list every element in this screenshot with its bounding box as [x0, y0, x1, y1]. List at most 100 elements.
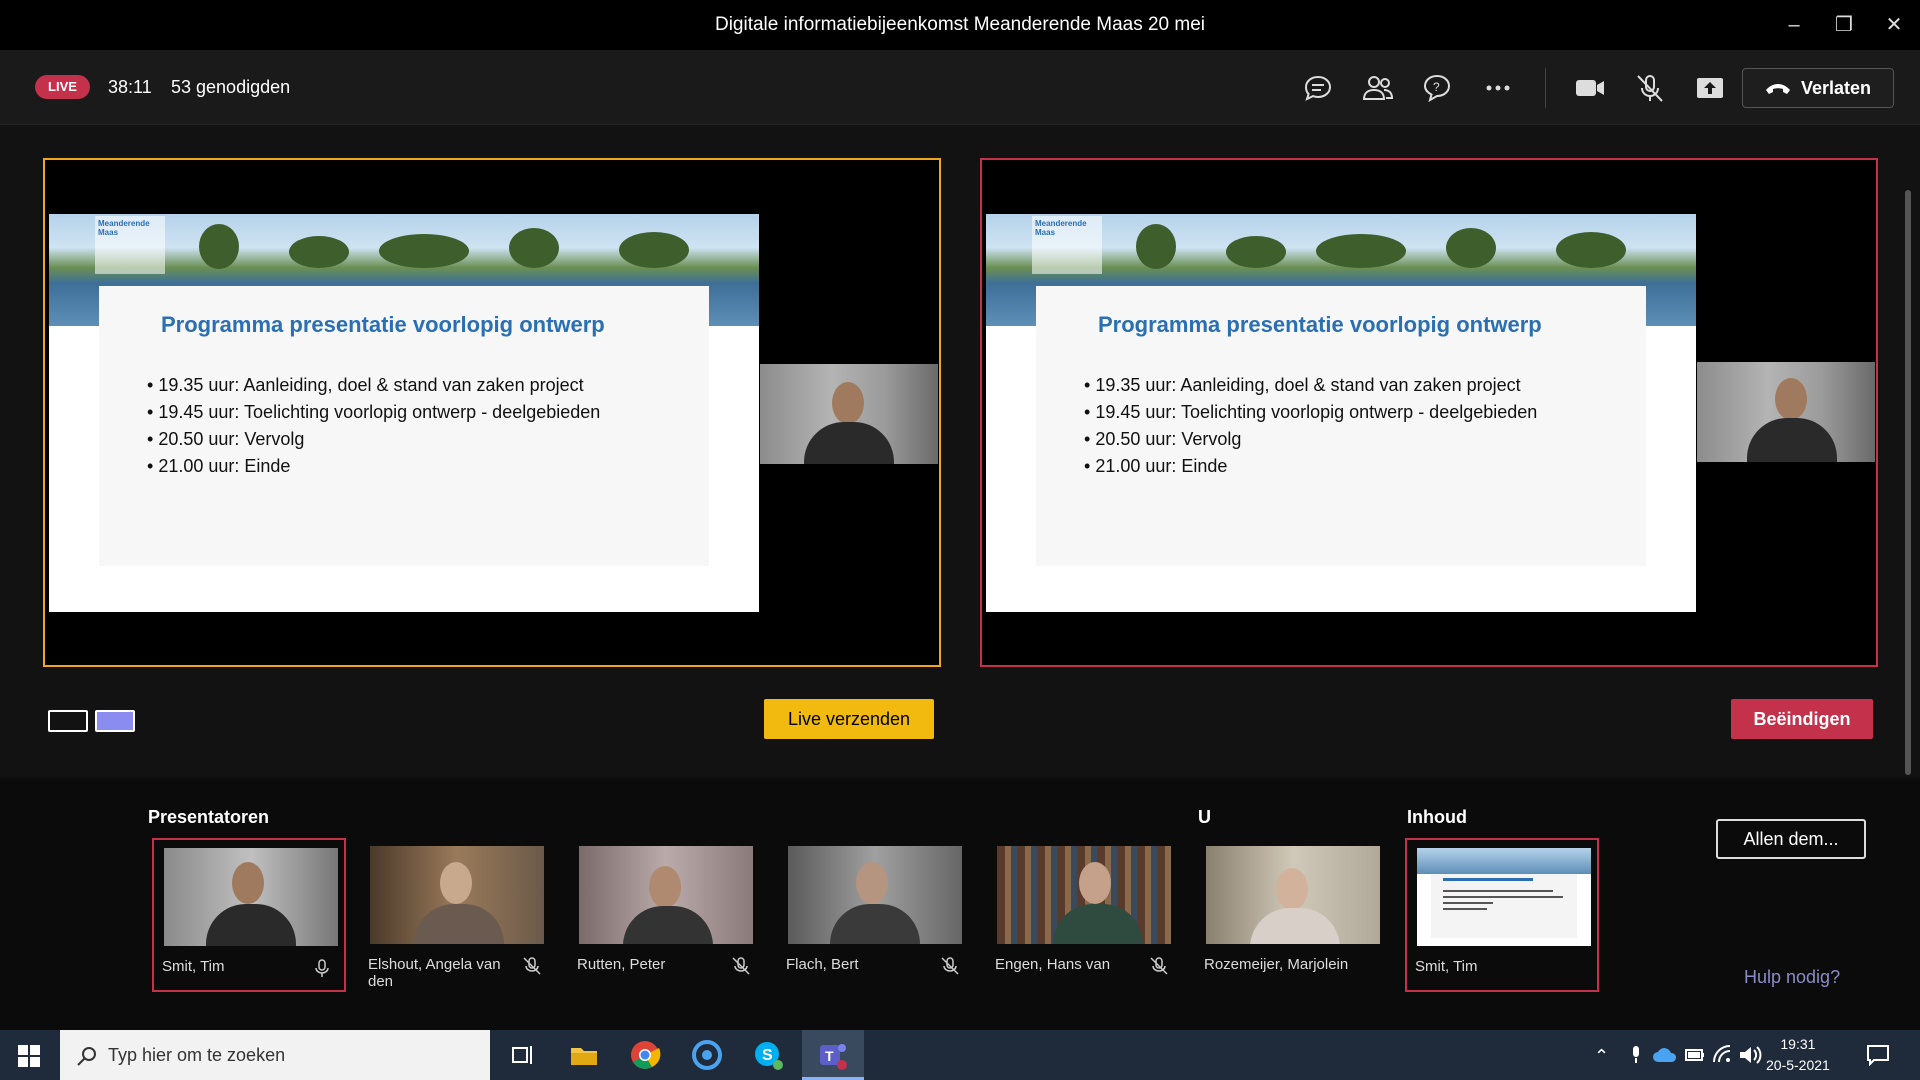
presenter-camera — [1697, 362, 1875, 462]
mic-muted-icon[interactable] — [1632, 72, 1668, 104]
slide-agenda: 19.35 uur: Aanleiding, doel & stand van … — [147, 372, 600, 480]
participant-tile[interactable]: Smit, Tim — [152, 838, 346, 992]
svg-text:?: ? — [1433, 80, 1440, 94]
minimize-icon[interactable]: – — [1774, 12, 1814, 38]
search-icon — [77, 1047, 96, 1066]
slide-title: Programma presentatie voorlopig ontwerp — [1098, 312, 1542, 337]
live-badge: LIVE — [35, 75, 90, 99]
clock-time: 19:31 — [1780, 1036, 1816, 1052]
slide-title: Programma presentatie voorlopig ontwerp — [161, 312, 605, 337]
queue-preview[interactable]: Meanderende Maas Programma presentatie vo… — [43, 158, 941, 667]
participant-name: Engen, Hans van — [995, 956, 1111, 973]
content-label: Inhoud — [1407, 807, 1467, 827]
agenda-item: 19.35 uur: Aanleiding, doel & stand van … — [147, 372, 600, 399]
windows-start-icon[interactable] — [18, 1045, 40, 1067]
participant-tile[interactable]: Elshout, Angela van den — [360, 838, 554, 992]
share-icon[interactable] — [1692, 72, 1728, 104]
slide-preview: Meanderende Maas Programma presentatie vo… — [49, 214, 759, 612]
slide-card: Programma presentatie voorlopig ontwerp … — [1036, 286, 1646, 566]
chat-icon[interactable] — [1300, 72, 1336, 104]
windows-taskbar: Typ hier om te zoeken S T ⌃ 19:31 20-5-2… — [0, 1030, 1920, 1080]
notifications-icon[interactable] — [1866, 1044, 1890, 1066]
svg-text:S: S — [762, 1047, 773, 1064]
slide-live: Meanderende Maas Programma presentatie vo… — [986, 214, 1696, 612]
svg-text:T: T — [825, 1048, 834, 1064]
mute-all-button[interactable]: Allen dem... — [1716, 819, 1866, 859]
wifi-icon[interactable] — [1712, 1044, 1734, 1066]
agenda-item: 21.00 uur: Einde — [147, 453, 600, 480]
participant-video — [1206, 846, 1380, 944]
taskbar-search[interactable]: Typ hier om te zoeken — [60, 1030, 490, 1080]
teams-taskbar-slot[interactable]: T — [802, 1030, 864, 1080]
file-explorer-icon[interactable] — [567, 1038, 601, 1072]
participant-tile[interactable]: Flach, Bert — [778, 838, 972, 992]
content-thumbnail — [1417, 848, 1591, 946]
participant-name: Smit, Tim — [162, 958, 225, 975]
tray-chevron-icon[interactable]: ⌃ — [1594, 1046, 1609, 1067]
onedrive-icon[interactable] — [1652, 1046, 1678, 1064]
close-icon[interactable]: ✕ — [1874, 12, 1914, 38]
search-placeholder: Typ hier om te zoeken — [108, 1045, 286, 1065]
agenda-item: 19.45 uur: Toelichting voorlopig ontwerp… — [147, 399, 600, 426]
slide-card: Programma presentatie voorlopig ontwerp … — [99, 286, 709, 566]
teams-icon: T — [820, 1044, 847, 1070]
slide-agenda: 19.35 uur: Aanleiding, doel & stand van … — [1084, 372, 1537, 480]
send-live-button[interactable]: Live verzenden — [764, 699, 934, 739]
participant-name: Elshout, Angela van den — [368, 956, 501, 990]
live-preview[interactable]: Meanderende Maas Programma presentatie vo… — [980, 158, 1878, 667]
participant-name: Flach, Bert — [786, 956, 859, 973]
participant-tile[interactable]: Rozemeijer, Marjolein — [1196, 838, 1390, 992]
system-clock[interactable]: 19:31 20-5-2021 — [1766, 1034, 1830, 1076]
you-label: U — [1198, 807, 1211, 827]
speaker-icon[interactable] — [1738, 1044, 1762, 1066]
participant-video — [370, 846, 544, 944]
more-icon[interactable] — [1480, 72, 1516, 104]
toolbar-divider — [1545, 68, 1546, 108]
qna-icon[interactable]: ? — [1420, 72, 1456, 104]
mic-muted-icon — [523, 957, 541, 975]
leave-button[interactable]: Verlaten — [1742, 68, 1894, 108]
participants-icon[interactable] — [1360, 72, 1396, 104]
skype-icon[interactable]: S — [751, 1038, 785, 1072]
participant-video — [579, 846, 753, 944]
title-bar: Digitale informatiebijeenkomst Meanderen… — [0, 0, 1920, 50]
invitee-count: 53 genodigden — [171, 77, 291, 97]
restore-icon[interactable]: ❐ — [1824, 12, 1864, 38]
camera-icon[interactable] — [1572, 72, 1608, 104]
participant-tile[interactable]: Rutten, Peter — [569, 838, 763, 992]
presenters-label: Presentatoren — [148, 807, 270, 827]
participant-video — [997, 846, 1171, 944]
scrollbar[interactable] — [1905, 190, 1911, 775]
layout-split-button[interactable] — [95, 710, 135, 732]
logo-image: Meanderende Maas — [1032, 216, 1102, 274]
participant-name: Rozemeijer, Marjolein — [1204, 956, 1349, 973]
presenter-camera — [760, 364, 938, 464]
participant-video — [164, 848, 338, 946]
participant-tile[interactable]: Engen, Hans van — [987, 838, 1181, 992]
help-link[interactable]: Hulp nodig? — [1744, 967, 1840, 988]
phone-hangup-icon — [1765, 84, 1790, 94]
battery-icon[interactable] — [1684, 1046, 1706, 1064]
agenda-item: 19.45 uur: Toelichting voorlopig ontwerp… — [1084, 399, 1537, 426]
agenda-item: 20.50 uur: Vervolg — [147, 426, 600, 453]
mic-muted-icon — [941, 957, 959, 975]
content-owner-name: Smit, Tim — [1415, 958, 1478, 975]
microphone-icon — [315, 959, 329, 977]
clock-date: 20-5-2021 — [1766, 1057, 1830, 1073]
logo-image: Meanderende Maas — [95, 216, 165, 274]
agenda-item: 19.35 uur: Aanleiding, doel & stand van … — [1084, 372, 1537, 399]
tray-mic-icon[interactable] — [1626, 1044, 1646, 1066]
elapsed-time: 38:11 — [108, 77, 152, 97]
participant-name: Rutten, Peter — [577, 956, 666, 973]
chrome-icon[interactable] — [628, 1038, 662, 1072]
edge-icon[interactable] — [690, 1038, 724, 1072]
window-title: Digitale informatiebijeenkomst Meanderen… — [714, 14, 1206, 35]
agenda-item: 20.50 uur: Vervolg — [1084, 426, 1537, 453]
agenda-item: 21.00 uur: Einde — [1084, 453, 1537, 480]
content-tile[interactable]: Smit, Tim — [1405, 838, 1599, 992]
end-button[interactable]: Beëindigen — [1731, 699, 1873, 739]
participant-video — [788, 846, 962, 944]
task-view-icon[interactable] — [505, 1038, 539, 1072]
leave-label: Verlaten — [1800, 77, 1872, 98]
layout-single-button[interactable] — [48, 710, 88, 732]
